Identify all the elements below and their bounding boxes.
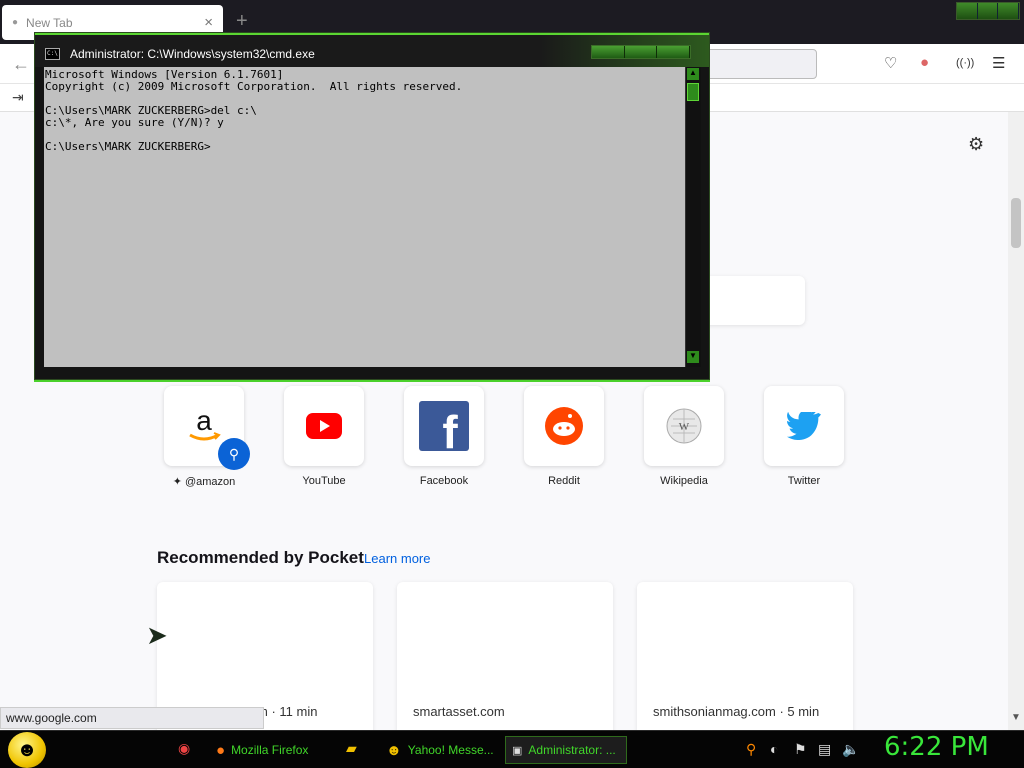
smiley-icon: ☻ — [16, 738, 38, 761]
twitter-logo-icon — [787, 412, 821, 440]
top-site-reddit[interactable]: Reddit — [524, 386, 604, 487]
scroll-down-arrow-icon[interactable]: ▼ — [1011, 712, 1021, 723]
svg-text:a: a — [196, 406, 212, 436]
pocket-learn-more-link[interactable]: Learn more — [364, 551, 430, 566]
pocket-card-source: m · 11 min — [257, 704, 318, 719]
top-site-tile[interactable]: a ⚲ — [164, 386, 250, 470]
console-line: c:\*, Are you sure (Y/N)? y — [45, 116, 224, 129]
top-site-label: Facebook — [419, 475, 469, 487]
tab-close-icon[interactable]: × — [204, 14, 213, 31]
reddit-logo-icon — [545, 407, 583, 445]
top-site-label: Reddit — [548, 475, 580, 487]
url-bar[interactable] — [700, 49, 817, 79]
top-site-tile[interactable] — [764, 386, 844, 466]
network-icon[interactable]: ▤ — [818, 741, 831, 758]
top-site-tile[interactable]: W — [644, 386, 724, 466]
pocket-icon[interactable]: ♡ — [884, 54, 897, 72]
status-url: www.google.com — [6, 711, 97, 725]
top-site-label: ✦ @amazon — [172, 476, 236, 488]
cmd-window-controls[interactable] — [591, 45, 691, 59]
taskbar-clock[interactable]: 6:22 PM — [884, 732, 989, 762]
cmd-console-output[interactable]: Microsoft Windows [Version 6.1.7601] Cop… — [44, 67, 685, 367]
menu-icon[interactable]: ☰ — [992, 54, 1005, 72]
taskbar-item-yahoo[interactable]: ☻ Yahoo! Messe... — [380, 736, 500, 764]
top-site-label: Wikipedia — [660, 475, 708, 487]
cmd-scrollbar-thumb[interactable] — [687, 83, 699, 101]
top-site-youtube[interactable]: YouTube — [284, 386, 364, 487]
top-site-tile[interactable] — [524, 386, 604, 466]
page-scrollbar[interactable]: ▼ — [1008, 112, 1024, 730]
yahoo-messenger-icon: ☻ — [386, 741, 402, 759]
browser-window-controls[interactable] — [956, 2, 1020, 20]
svg-text:f: f — [442, 406, 458, 451]
extensions-icon[interactable]: ((·)) — [956, 57, 974, 69]
cmd-window[interactable]: C:\ Administrator: C:\Windows\system32\c… — [34, 32, 710, 380]
volume-icon[interactable]: 🔈 — [842, 741, 859, 758]
scrollbar-thumb[interactable] — [1011, 198, 1021, 248]
folder-icon[interactable]: ▰ — [346, 740, 357, 757]
scroll-down-arrow-icon[interactable]: ▼ — [687, 351, 699, 363]
link-status-bar: www.google.com — [0, 707, 264, 729]
facebook-logo-icon: f — [419, 401, 469, 451]
top-site-twitter[interactable]: Twitter — [764, 386, 844, 487]
messenger-status-icon[interactable]: ◐ — [770, 741, 778, 757]
console-prompt: C:\Users\MARK ZUCKERBERG> — [45, 140, 211, 153]
gear-icon[interactable]: ⚙ — [968, 134, 984, 155]
top-site-wikipedia[interactable]: W Wikipedia — [644, 386, 724, 487]
console-line: Copyright (c) 2009 Microsoft Corporation… — [45, 80, 463, 93]
newtab-search-box[interactable] — [700, 276, 805, 325]
account-icon[interactable]: ● — [920, 54, 929, 71]
cmd-window-title: Administrator: C:\Windows\system32\cmd.e… — [70, 47, 315, 61]
top-site-amazon[interactable]: a ⚲ ✦ @amazon — [164, 386, 250, 488]
top-site-label: YouTube — [302, 475, 346, 487]
svg-text:W: W — [679, 421, 690, 433]
taskbar-item-firefox[interactable]: ● Mozilla Firefox — [210, 736, 314, 764]
pin-icon: ✦ — [172, 476, 182, 488]
search-icon: ⚲ — [218, 438, 250, 470]
top-site-facebook[interactable]: f Facebook — [404, 386, 484, 487]
pocket-card-source: smartasset.com — [413, 704, 505, 719]
top-site-tile[interactable] — [284, 386, 364, 466]
cmd-scrollbar[interactable]: ▲ ▼ — [685, 67, 701, 367]
top-site-label: Twitter — [787, 475, 821, 487]
sign-in-icon[interactable]: ⇥ — [12, 89, 24, 106]
pocket-card[interactable]: smithsonianmag.com · 5 min — [637, 582, 853, 730]
cmd-titlebar[interactable]: C:\ Administrator: C:\Windows\system32\c… — [35, 33, 709, 67]
tab-title: New Tab — [26, 15, 73, 30]
cmd-icon: ▣ — [512, 744, 523, 757]
chrome-icon[interactable]: ◉ — [178, 740, 190, 757]
firefox-icon: ● — [216, 741, 226, 759]
pocket-card[interactable]: smartasset.com — [397, 582, 613, 730]
pocket-heading: Recommended by Pocket — [157, 548, 364, 567]
taskbar-item-cmd[interactable]: ▣ Administrator: ... — [505, 736, 627, 764]
cmd-window-icon: C:\ — [45, 48, 60, 60]
taskbar: ☻ ◉ ● Mozilla Firefox ▰ ☻ Yahoo! Messe..… — [0, 730, 1024, 768]
action-center-flag-icon[interactable]: ⚑ — [794, 741, 807, 758]
back-arrow-icon[interactable]: ← — [12, 54, 30, 75]
pocket-card-source: smithsonianmag.com · 5 min — [653, 704, 820, 719]
scroll-up-arrow-icon[interactable]: ▲ — [687, 68, 699, 80]
amazon-logo-icon: a — [189, 406, 221, 441]
new-tab-button[interactable]: + — [236, 10, 248, 33]
mouse-cursor-icon: ➤ — [146, 620, 168, 650]
top-site-tile[interactable]: f — [404, 386, 484, 466]
search-icon[interactable]: ⚲ — [746, 741, 756, 758]
tab-loading-dot: ● — [12, 17, 19, 28]
start-button[interactable]: ☻ — [8, 732, 46, 768]
wikipedia-logo-icon: W — [666, 408, 702, 444]
top-sites: a ⚲ ✦ @amazon YouTube f Facebook Reddit … — [164, 386, 854, 496]
youtube-logo-icon — [306, 413, 342, 439]
